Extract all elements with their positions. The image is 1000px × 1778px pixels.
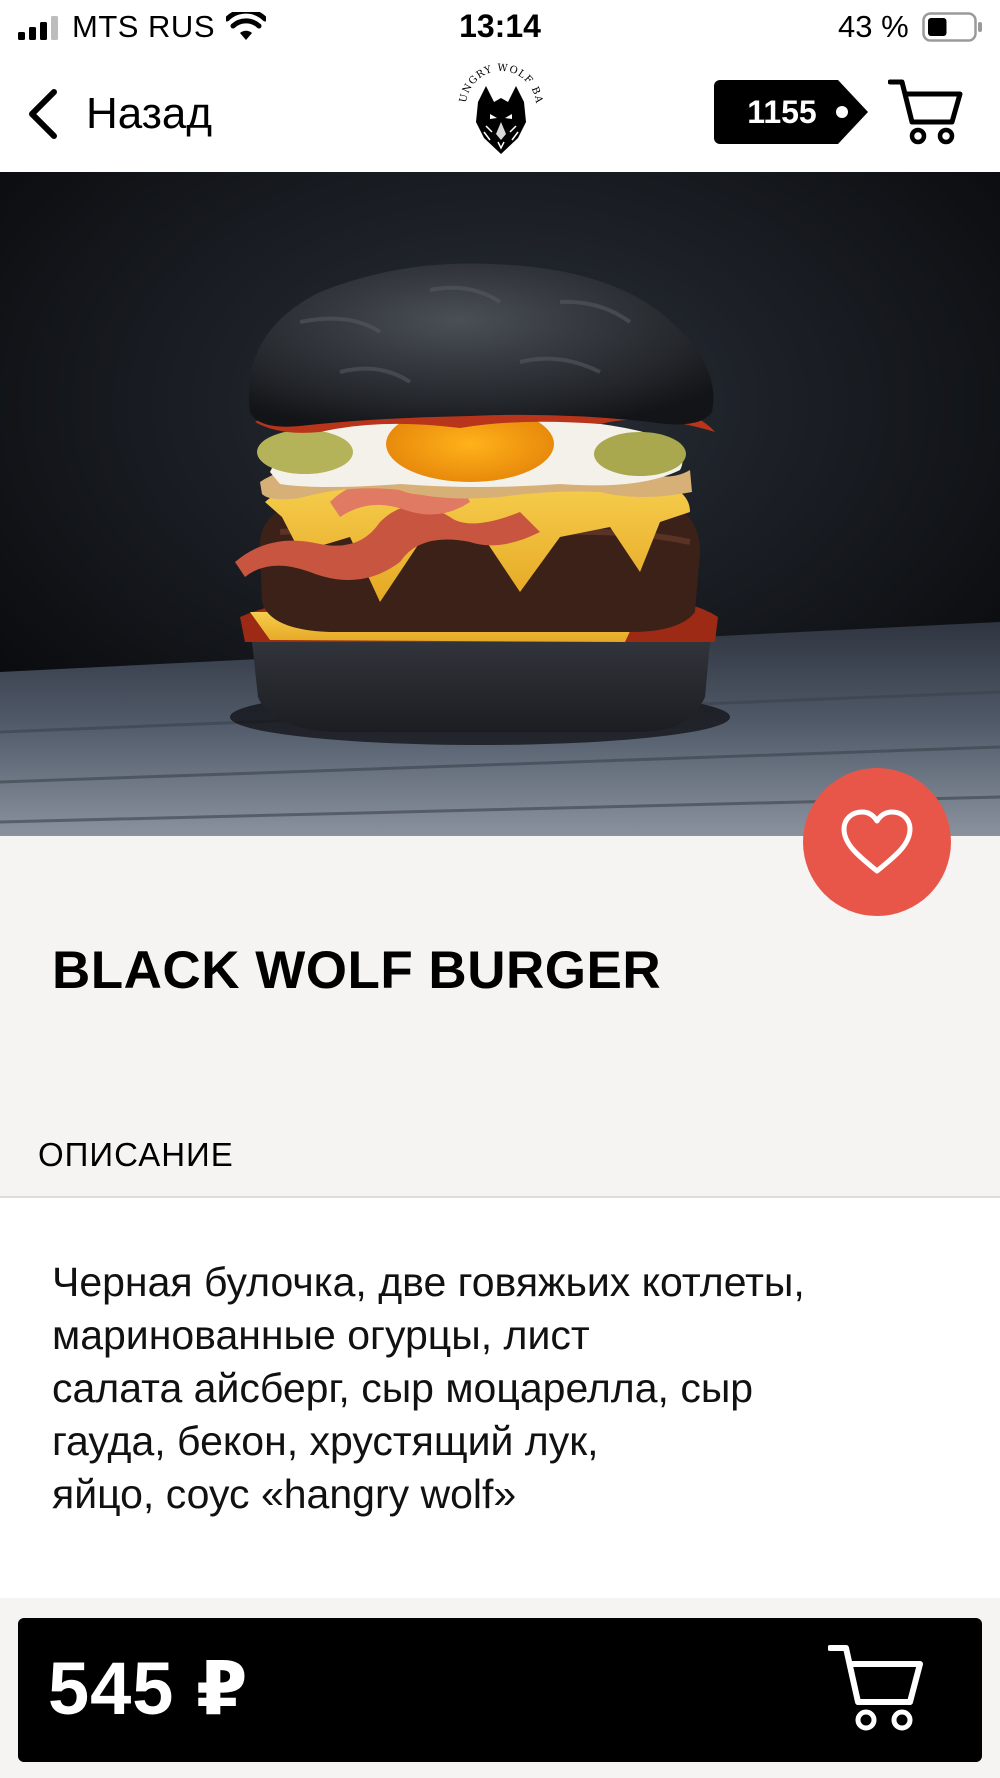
- svg-text:HUNGRY WOLF BAR: HUNGRY WOLF BAR: [456, 62, 544, 105]
- chevron-left-icon: [29, 89, 57, 139]
- wolf-logo-icon: HUNGRY WOLF BAR: [456, 62, 544, 154]
- bonus-points-value: 1155: [747, 94, 817, 130]
- cart-icon[interactable]: [888, 76, 964, 148]
- nav-bar: Назад HUNGRY WOLF BAR 1155: [0, 56, 1000, 172]
- back-button[interactable]: Назад: [22, 84, 212, 144]
- product-photo: [0, 172, 1000, 836]
- battery-percent: 43 %: [838, 9, 909, 44]
- description-panel: Черная булочка, две говяжьих котлеты, ма…: [0, 1198, 1000, 1598]
- heart-icon: [841, 809, 913, 874]
- description-text: Черная булочка, две говяжьих котлеты, ма…: [52, 1256, 952, 1521]
- cart-icon: [828, 1645, 923, 1731]
- back-label: Назад: [86, 89, 213, 138]
- description-line: гауда, бекон, хрустящий лук,: [52, 1418, 599, 1464]
- product-screen: MTS RUS 13:14 43 % Назад HUNGRY WOLF: [0, 0, 1000, 1778]
- favorite-button[interactable]: [803, 768, 951, 916]
- status-bar: MTS RUS 13:14 43 %: [0, 0, 1000, 56]
- bonus-points-badge[interactable]: 1155: [714, 80, 868, 144]
- description-line: салата айсберг, сыр моцарелла, сыр: [52, 1365, 754, 1411]
- black-bun-burger-photo: [0, 172, 1000, 836]
- description-line: яйцо, соус «hangry wolf»: [52, 1471, 517, 1517]
- description-section-label: ОПИСАНИЕ: [38, 1136, 234, 1173]
- add-to-cart-button[interactable]: 545 ₽: [18, 1618, 982, 1762]
- logo-text: HUNGRY WOLF BAR: [456, 62, 543, 105]
- description-line: маринованные огурцы, лист: [52, 1312, 590, 1358]
- battery-icon: [922, 12, 982, 42]
- product-title: BLACK WOLF BURGER: [52, 941, 662, 1000]
- description-line: Черная булочка, две говяжьих котлеты,: [52, 1259, 805, 1305]
- price-label: 545 ₽: [48, 1647, 249, 1730]
